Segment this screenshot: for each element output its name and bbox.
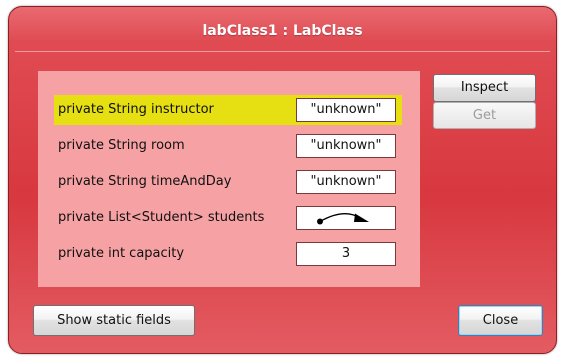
show-static-fields-button[interactable]: Show static fields: [33, 305, 195, 336]
field-row-room[interactable]: private String room "unknown": [54, 131, 402, 161]
field-value: "unknown": [296, 170, 396, 194]
field-value: "unknown": [296, 98, 396, 122]
window-title: labClass1 : LabClass: [202, 23, 363, 39]
field-value: "unknown": [296, 134, 396, 158]
field-label: private String instructor: [58, 102, 214, 117]
get-button[interactable]: Get: [433, 102, 536, 129]
field-row-instructor[interactable]: private String instructor "unknown": [54, 95, 402, 125]
field-label: private int capacity: [58, 246, 185, 261]
field-row-timeandday[interactable]: private String timeAndDay "unknown": [54, 167, 402, 197]
title-divider: [15, 51, 550, 52]
field-label: private String timeAndDay: [58, 174, 232, 189]
field-label: private List<Student> students: [58, 210, 265, 225]
fields-panel: private String instructor "unknown" priv…: [38, 71, 420, 287]
object-reference-arrow-icon: [317, 213, 369, 225]
field-row-students[interactable]: private List<Student> students: [54, 203, 402, 233]
field-value: 3: [296, 242, 396, 266]
field-row-capacity[interactable]: private int capacity 3: [54, 239, 402, 269]
field-value-reference[interactable]: [296, 206, 396, 230]
close-button[interactable]: Close: [458, 305, 543, 336]
field-label: private String room: [58, 138, 185, 153]
inspect-button[interactable]: Inspect: [433, 74, 536, 102]
inspector-window: labClass1 : LabClass private String inst…: [8, 6, 557, 354]
